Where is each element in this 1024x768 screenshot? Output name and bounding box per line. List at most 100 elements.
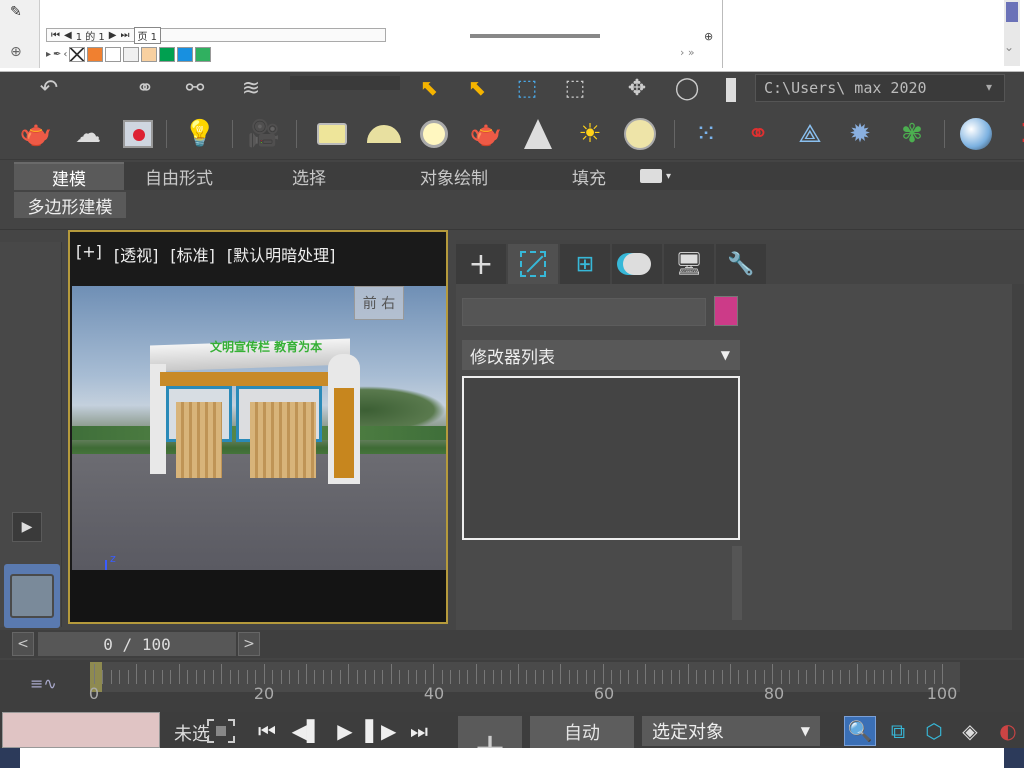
motion-tab[interactable] [612, 244, 662, 284]
next-frame-icon[interactable]: ▌▶ [364, 716, 398, 746]
prev-page-icon[interactable]: ◀ [64, 30, 72, 41]
link-icon[interactable]: ⚭ [130, 76, 160, 104]
command-panel-scrollbar[interactable] [1012, 284, 1024, 630]
previous-frame-icon[interactable]: ◀▌ [290, 716, 324, 746]
camera-icon[interactable]: 🎥 [244, 116, 284, 152]
zoom-icon[interactable]: ⊕ [704, 30, 713, 43]
modifier-stack-scrollbar[interactable] [732, 546, 742, 620]
modifier-list-dropdown[interactable]: 修改器列表 ▼ [462, 340, 740, 370]
teapot-icon[interactable]: 🫖 [16, 116, 56, 152]
time-prev-button[interactable]: < [12, 632, 34, 656]
palette-swatch[interactable] [87, 46, 104, 62]
tab-selection[interactable]: 选择 [254, 162, 364, 190]
select-move-icon[interactable]: ✥ [622, 76, 652, 104]
sun-icon[interactable]: ☀ [570, 116, 610, 152]
zoom-all-icon[interactable]: ⬡ [918, 716, 950, 746]
display-tab[interactable]: 🖥 [664, 244, 714, 284]
horizontal-scrollbar[interactable] [470, 34, 600, 38]
go-to-start-icon[interactable]: ⏮ [250, 716, 284, 746]
field-of-view-icon[interactable]: ◈ [954, 716, 986, 746]
create-tab[interactable]: + [456, 244, 506, 284]
curve-editor-icon[interactable]: ≡∿ [30, 674, 57, 693]
project-path-field[interactable]: C:\Users\ max 2020 [755, 74, 1005, 102]
rect-selection-icon[interactable]: ⬚ [512, 76, 542, 104]
teapot-light-icon[interactable]: 🫖 [466, 116, 506, 152]
cone-light-icon[interactable] [518, 116, 558, 152]
tab-freeform[interactable]: 自由形式 [124, 162, 234, 190]
play-icon[interactable]: ▶ [328, 716, 362, 746]
tab-object-paint[interactable]: 对象绘制 [384, 162, 524, 190]
palette-scroll-left-icon[interactable]: ‹ [63, 49, 67, 60]
sphere-light-icon[interactable] [414, 116, 454, 152]
select-object-icon[interactable]: ⬉ [414, 76, 444, 104]
viewport-layout-button[interactable] [4, 564, 60, 628]
time-next-button[interactable]: > [238, 632, 260, 656]
zoom-extents-icon[interactable]: ⧉ [882, 716, 914, 746]
palette-swatch[interactable] [123, 46, 140, 62]
selection-filter-dropdown[interactable] [290, 76, 400, 90]
scale-icon[interactable] [726, 78, 736, 102]
sky-dome-icon[interactable] [620, 116, 660, 152]
undo-icon[interactable]: ↶ [34, 76, 64, 104]
plane-light-icon[interactable] [312, 116, 352, 152]
tab-populate[interactable]: 填充 [534, 162, 644, 190]
time-slider-handle[interactable]: 0 / 100 [38, 632, 236, 656]
polygon-modeling-tab[interactable]: 多边形建模 [14, 192, 126, 218]
no-color-swatch[interactable] [69, 46, 86, 62]
eyedropper-icon[interactable]: ✒ [53, 49, 61, 60]
bind-spacewarp-icon[interactable]: ≋ [236, 76, 266, 104]
viewcube[interactable]: 前 右 [354, 286, 404, 320]
eraser-icon[interactable]: ✎ [10, 4, 22, 20]
bus-shelter-model[interactable]: 文明宣传栏 教育为本 [150, 338, 360, 490]
palette-swatch[interactable] [141, 46, 158, 62]
ribbon-options-button[interactable]: ▾ [640, 166, 680, 186]
scroll-down-icon[interactable]: ⌄ [1004, 40, 1014, 54]
next-page-icon[interactable]: ▶ [109, 30, 117, 41]
auto-key-button[interactable]: 自动 [530, 716, 634, 748]
isolate-selection-icon[interactable] [206, 718, 236, 744]
palette-scroll-chevrons[interactable]: › » [680, 46, 695, 59]
palette-swatch[interactable] [195, 46, 212, 62]
last-page-icon[interactable]: ⏭ [121, 30, 130, 41]
cloud-icon[interactable]: ☁ [68, 116, 108, 152]
add-page-icon[interactable]: ⊕ [10, 44, 22, 60]
object-name-field[interactable] [462, 298, 706, 326]
palette-swatch[interactable] [105, 46, 122, 62]
tab-modeling[interactable]: 建模 [14, 162, 124, 190]
viewport-standard[interactable]: [标准] [170, 242, 215, 266]
viewport-menu-plus[interactable]: [+] [76, 242, 102, 266]
hierarchy-tab[interactable]: ⊞ [560, 244, 610, 284]
grass-icon[interactable]: ✾ [892, 116, 932, 152]
molecule-icon[interactable]: ⚭ [738, 116, 778, 152]
page-tab[interactable]: 页 1 [133, 26, 162, 44]
particles-icon[interactable]: ⁙ [686, 116, 726, 152]
perspective-viewport[interactable]: [+] [透视] [标准] [默认明暗处理] 文明宣传栏 教育为本 前 右 z [68, 230, 448, 624]
pyramid-icon[interactable]: ⟁ [790, 116, 830, 152]
expand-sidebar-button[interactable]: ▶ [12, 512, 42, 542]
orbit-icon[interactable]: ◐ [992, 716, 1024, 746]
gear-shape-icon[interactable]: ✹ [840, 116, 880, 152]
object-color-swatch[interactable] [714, 296, 738, 326]
modifier-stack[interactable] [462, 376, 740, 540]
maxscript-listener[interactable] [2, 712, 160, 748]
key-filter-dropdown[interactable]: 选定对象 ▼ [642, 716, 820, 746]
viewport-shading[interactable]: [默认明暗处理] [227, 242, 336, 266]
window-crossing-icon[interactable]: ⬚ [560, 76, 590, 104]
palette-swatch[interactable] [159, 46, 176, 62]
light-bulb-icon[interactable]: 💡 [180, 116, 220, 152]
path-dropdown-icon[interactable]: ▾ [986, 80, 992, 94]
render-frame-icon[interactable] [118, 116, 158, 152]
more-icon[interactable]: ⁚ [1004, 116, 1024, 152]
select-rotate-icon[interactable]: ◯ [672, 76, 702, 104]
docker-scrollbar[interactable] [1004, 0, 1020, 66]
go-to-end-icon[interactable]: ⏭ [402, 716, 436, 746]
dome-light-icon[interactable] [364, 116, 404, 152]
sphere-icon[interactable] [956, 116, 996, 152]
unlink-icon[interactable]: ⚯ [180, 76, 210, 104]
palette-swatch[interactable] [177, 46, 194, 62]
viewport-point-of-view[interactable]: [透视] [114, 242, 159, 266]
modify-tab[interactable] [508, 244, 558, 284]
scroll-thumb[interactable] [1006, 2, 1018, 22]
utilities-tab[interactable]: 🔧 [716, 244, 766, 284]
palette-arrow-icon[interactable]: ▸ [46, 49, 51, 60]
